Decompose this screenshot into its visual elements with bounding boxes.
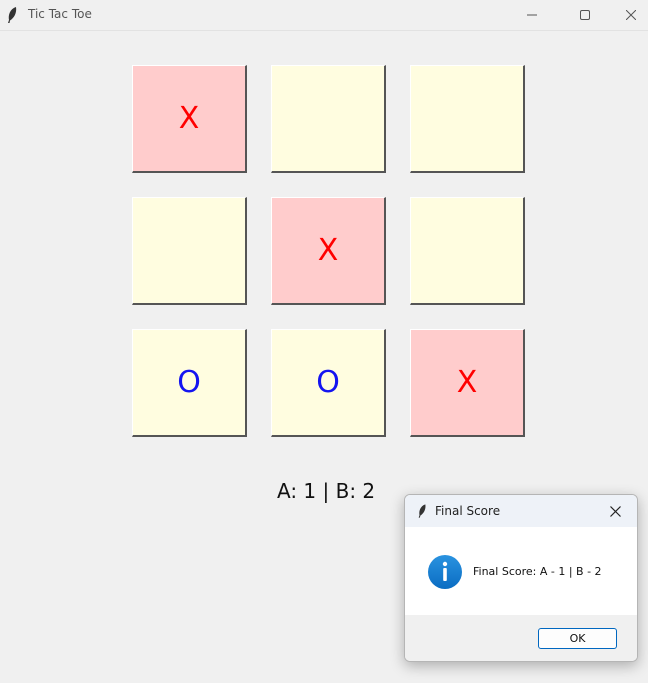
dialog-footer: OK xyxy=(405,615,637,661)
feather-icon xyxy=(418,504,426,518)
minimize-icon xyxy=(527,14,537,16)
board-cell-3[interactable] xyxy=(410,65,525,173)
board-cell-5[interactable]: X xyxy=(271,197,386,305)
info-icon xyxy=(428,555,462,589)
dialog-body: Final Score: A - 1 | B - 2 xyxy=(405,527,637,615)
cell-mark: O xyxy=(177,365,201,400)
score-label: A: 1 | B: 2 xyxy=(277,479,376,503)
window-title: Tic Tac Toe xyxy=(28,7,92,21)
cell-mark: X xyxy=(317,233,339,268)
board-cell-2[interactable] xyxy=(271,65,386,173)
board-cell-4[interactable] xyxy=(132,197,247,305)
board-cell-7[interactable]: O xyxy=(132,329,247,437)
close-button[interactable] xyxy=(614,0,648,30)
dialog-title: Final Score xyxy=(435,504,501,518)
window-titlebar: Tic Tac Toe xyxy=(0,0,648,31)
board-cell-8[interactable]: O xyxy=(271,329,386,437)
close-icon xyxy=(609,505,621,517)
cell-mark: O xyxy=(316,365,340,400)
dialog-message: Final Score: A - 1 | B - 2 xyxy=(473,565,602,578)
board-cell-1[interactable]: X xyxy=(132,65,247,173)
ok-button[interactable]: OK xyxy=(538,628,617,649)
maximize-icon xyxy=(580,10,590,20)
feather-icon xyxy=(8,7,17,23)
cell-mark: X xyxy=(178,101,200,136)
cell-mark: X xyxy=(456,365,478,400)
dialog-titlebar: Final Score xyxy=(405,495,637,527)
dialog-close-button[interactable] xyxy=(607,503,623,519)
final-score-dialog: Final Score Final Score: A - 1 | B - 2 O… xyxy=(404,494,638,662)
close-icon xyxy=(626,10,636,20)
board-cell-9[interactable]: X xyxy=(410,329,525,437)
board-cell-6[interactable] xyxy=(410,197,525,305)
minimize-button[interactable] xyxy=(509,0,555,30)
maximize-button[interactable] xyxy=(562,0,608,30)
